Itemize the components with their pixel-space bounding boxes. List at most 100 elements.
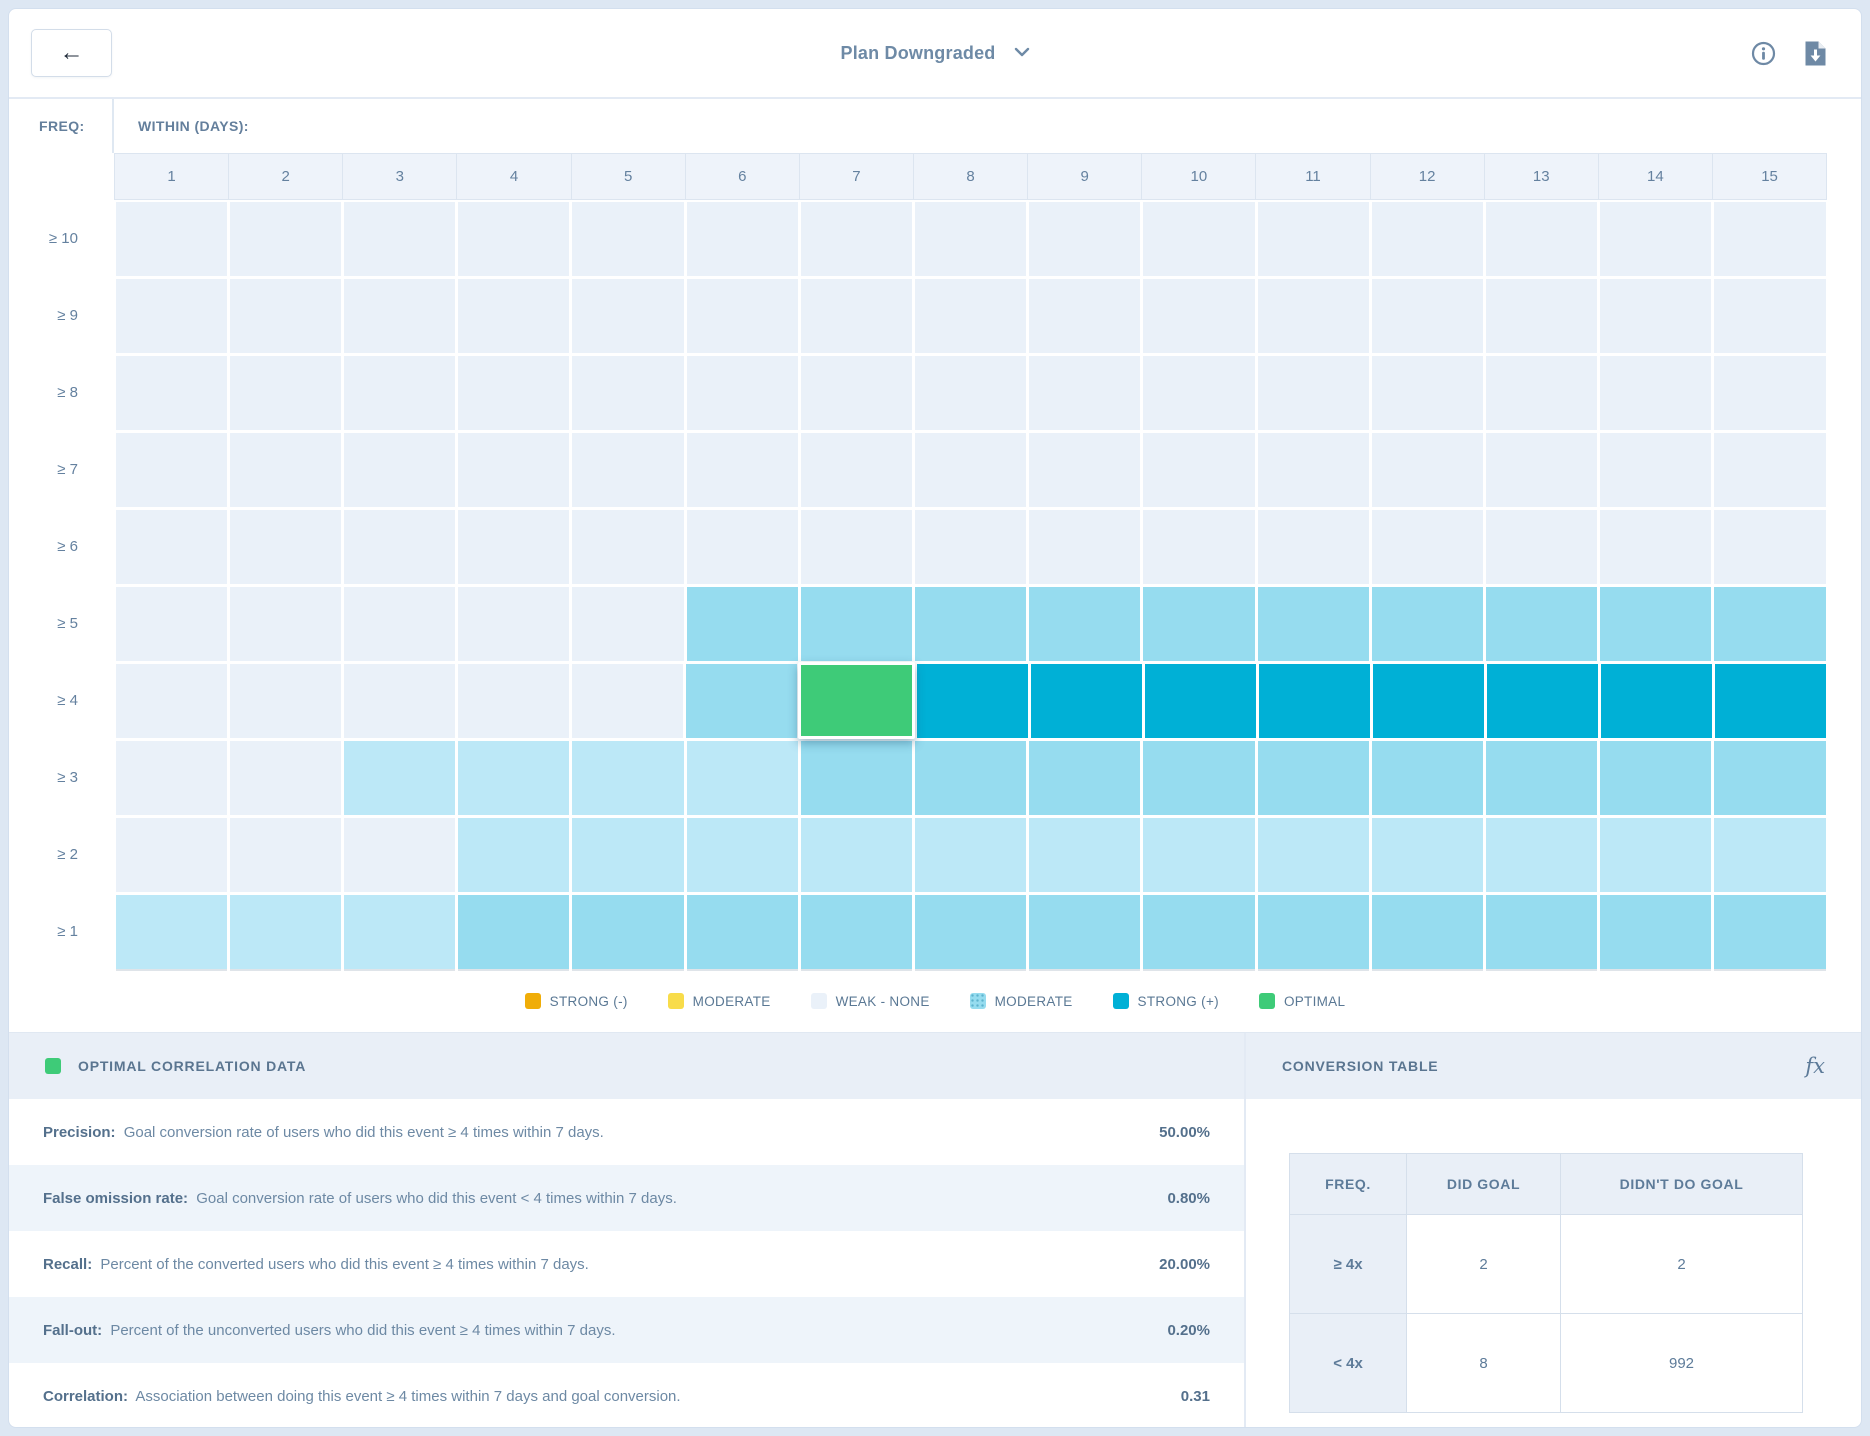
heatmap-cell[interactable] [1143, 202, 1254, 276]
heatmap-cell[interactable] [1258, 279, 1369, 353]
heatmap-cell[interactable] [230, 279, 341, 353]
heatmap-cell[interactable] [230, 202, 341, 276]
heatmap-cell[interactable] [1029, 510, 1140, 584]
heatmap-cell[interactable] [116, 895, 227, 969]
heatmap-cell[interactable] [1600, 587, 1711, 661]
back-button[interactable]: ← [31, 29, 112, 77]
heatmap-cell[interactable] [1600, 741, 1711, 815]
heatmap-cell[interactable] [1372, 510, 1483, 584]
heatmap-cell[interactable] [572, 510, 683, 584]
heatmap-cell[interactable] [1714, 818, 1825, 892]
heatmap-cell[interactable] [687, 818, 798, 892]
heatmap-cell[interactable] [458, 356, 569, 430]
heatmap-cell[interactable] [801, 895, 912, 969]
heatmap-cell[interactable] [1372, 818, 1483, 892]
heatmap-cell[interactable] [458, 279, 569, 353]
heatmap-cell[interactable] [1715, 664, 1826, 738]
heatmap-cell[interactable] [1029, 587, 1140, 661]
heatmap-cell[interactable] [1143, 818, 1254, 892]
heatmap-cell[interactable] [1486, 433, 1597, 507]
heatmap-cell[interactable] [344, 356, 455, 430]
info-icon[interactable] [1751, 41, 1776, 66]
heatmap-cell[interactable] [458, 664, 569, 738]
heatmap-cell[interactable] [344, 818, 455, 892]
heatmap-cell[interactable] [1714, 895, 1825, 969]
heatmap-cell[interactable] [1031, 664, 1142, 738]
heatmap-cell[interactable] [116, 433, 227, 507]
heatmap-cell[interactable] [572, 279, 683, 353]
heatmap-cell[interactable] [344, 664, 455, 738]
heatmap-cell[interactable] [116, 356, 227, 430]
heatmap-cell[interactable] [1029, 818, 1140, 892]
heatmap-cell[interactable] [915, 741, 1026, 815]
heatmap-cell[interactable] [572, 433, 683, 507]
heatmap-cell[interactable] [1714, 279, 1825, 353]
heatmap-cell[interactable] [1029, 356, 1140, 430]
heatmap-cell[interactable] [801, 279, 912, 353]
heatmap-cell[interactable] [1143, 356, 1254, 430]
heatmap-cell[interactable] [915, 587, 1026, 661]
heatmap-cell[interactable] [572, 895, 683, 969]
heatmap-cell[interactable] [1486, 202, 1597, 276]
heatmap-cell[interactable] [687, 356, 798, 430]
heatmap-cell[interactable] [458, 510, 569, 584]
heatmap-cell[interactable] [1029, 741, 1140, 815]
heatmap-cell[interactable] [1258, 741, 1369, 815]
heatmap-cell[interactable] [1714, 433, 1825, 507]
heatmap-cell[interactable] [1143, 433, 1254, 507]
heatmap-cell[interactable] [1258, 510, 1369, 584]
heatmap-cell[interactable] [1258, 356, 1369, 430]
heatmap-cell[interactable] [1600, 433, 1711, 507]
heatmap-cell[interactable] [801, 587, 912, 661]
heatmap-cell[interactable] [458, 433, 569, 507]
heatmap-cell[interactable] [1143, 510, 1254, 584]
heatmap-cell[interactable] [458, 741, 569, 815]
heatmap-cell[interactable] [1486, 587, 1597, 661]
heatmap-cell[interactable] [801, 433, 912, 507]
heatmap-cell[interactable] [1487, 664, 1598, 738]
heatmap-cell[interactable] [116, 510, 227, 584]
heatmap-cell[interactable] [801, 741, 912, 815]
heatmap-cell[interactable] [687, 279, 798, 353]
heatmap-cell[interactable] [915, 356, 1026, 430]
heatmap-cell[interactable] [1143, 279, 1254, 353]
heatmap-cell[interactable] [1029, 433, 1140, 507]
heatmap-cell[interactable] [1486, 741, 1597, 815]
heatmap-cell[interactable] [230, 356, 341, 430]
heatmap-cell[interactable] [1714, 202, 1825, 276]
heatmap-cell[interactable] [230, 741, 341, 815]
heatmap-cell[interactable] [1372, 433, 1483, 507]
heatmap-cell[interactable] [1258, 587, 1369, 661]
heatmap-cell[interactable] [230, 510, 341, 584]
heatmap-cell[interactable] [687, 895, 798, 969]
heatmap-cell[interactable] [116, 587, 227, 661]
heatmap-cell[interactable] [1600, 279, 1711, 353]
heatmap-cell[interactable] [230, 664, 341, 738]
heatmap-cell[interactable] [1486, 818, 1597, 892]
heatmap-cell[interactable] [1714, 356, 1825, 430]
heatmap-cell[interactable] [458, 587, 569, 661]
heatmap-cell[interactable] [116, 818, 227, 892]
heatmap-cell[interactable] [801, 202, 912, 276]
heatmap-cell[interactable] [1714, 741, 1825, 815]
heatmap-cell[interactable] [1600, 510, 1711, 584]
heatmap-cell[interactable] [686, 664, 797, 738]
heatmap-cell[interactable] [687, 587, 798, 661]
heatmap-cell[interactable] [1372, 741, 1483, 815]
heatmap-cell[interactable] [1601, 664, 1712, 738]
heatmap-cell[interactable] [230, 895, 341, 969]
heatmap-cell[interactable] [1600, 356, 1711, 430]
heatmap-cell[interactable] [344, 510, 455, 584]
heatmap-cell[interactable] [1372, 587, 1483, 661]
heatmap-cell[interactable] [1486, 510, 1597, 584]
heatmap-cell[interactable] [1029, 202, 1140, 276]
heatmap-cell[interactable] [915, 895, 1026, 969]
heatmap-cell[interactable] [572, 356, 683, 430]
heatmap-cell[interactable] [116, 279, 227, 353]
heatmap-cell[interactable] [344, 433, 455, 507]
heatmap-cell[interactable] [344, 587, 455, 661]
heatmap-cell[interactable] [1258, 818, 1369, 892]
heatmap-cell[interactable] [1258, 433, 1369, 507]
heatmap-cell[interactable] [344, 741, 455, 815]
heatmap-cell[interactable] [572, 587, 683, 661]
